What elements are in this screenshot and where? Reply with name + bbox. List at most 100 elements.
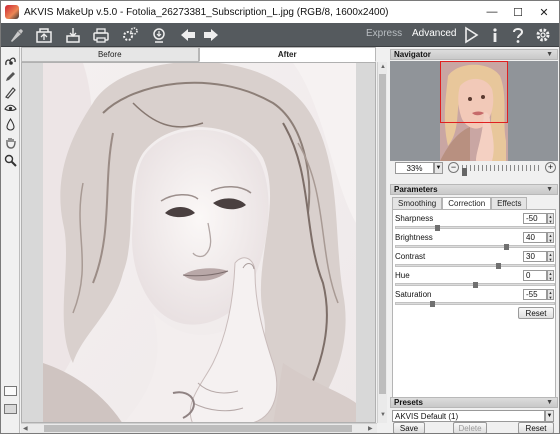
navigator-view-frame[interactable] — [440, 61, 508, 123]
sharpness-slider-thumb[interactable] — [435, 225, 440, 231]
navigator-preview[interactable] — [390, 61, 558, 161]
contrast-field[interactable]: 30 — [523, 251, 547, 262]
preset-save-button[interactable]: Save — [393, 422, 425, 433]
zoom-controls: 33% ▼ − + — [390, 161, 558, 176]
parameters-reset-button[interactable]: Reset — [518, 307, 554, 319]
hue-spinner[interactable]: ▲ ▼ — [547, 270, 554, 281]
sharpness-label: Sharpness — [395, 214, 434, 223]
contrast-label: Contrast — [395, 252, 426, 261]
contrast-spinner[interactable]: ▲ ▼ — [547, 251, 554, 262]
contrast-slider[interactable] — [395, 263, 555, 269]
brightness-label: Brightness — [395, 233, 433, 242]
sharpness-row: Sharpness -50 ▲ ▼ — [395, 213, 555, 232]
contrast-row: Contrast 30 ▲ ▼ — [395, 251, 555, 270]
preset-select[interactable]: AKVIS Default (1) — [392, 410, 545, 422]
hue-slider-thumb[interactable] — [473, 282, 478, 288]
preferences-icon[interactable] — [533, 25, 553, 45]
close-button[interactable]: ✕ — [531, 1, 557, 23]
horizontal-scrollbar[interactable]: ◀ ▶ — [21, 423, 377, 433]
zoom-in-button[interactable]: + — [545, 162, 556, 173]
parameters-title: Parameters — [394, 185, 438, 194]
tab-after[interactable]: After — [198, 47, 376, 62]
compare-toggle-button[interactable] — [4, 404, 17, 414]
contrast-slider-thumb[interactable] — [496, 263, 501, 269]
zoom-value-field[interactable]: 33% — [395, 162, 434, 174]
brightness-spinner[interactable]: ▲ ▼ — [547, 232, 554, 243]
portrait-photo — [43, 63, 356, 422]
horizontal-scroll-thumb[interactable] — [44, 425, 352, 432]
saturation-slider[interactable] — [395, 301, 555, 307]
save-icon[interactable] — [63, 25, 83, 45]
view-tabs: Before After — [21, 47, 376, 62]
eye-icon[interactable] — [3, 101, 18, 116]
brightness-field[interactable]: 40 — [523, 232, 547, 243]
help-icon[interactable] — [508, 25, 528, 45]
info-icon[interactable] — [485, 25, 505, 45]
brightness-slider-thumb[interactable] — [504, 244, 509, 250]
preset-reset-button[interactable]: Reset — [518, 422, 554, 433]
collapse-icon[interactable]: ▼ — [546, 51, 553, 58]
zoom-slider[interactable] — [462, 165, 542, 176]
saturation-field[interactable]: -55 — [523, 289, 547, 300]
express-mode-button[interactable]: Express — [366, 28, 402, 39]
app-logo-icon — [5, 5, 19, 19]
publish-icon[interactable] — [149, 25, 169, 45]
brightness-slider[interactable] — [395, 244, 555, 250]
sharpness-spinner[interactable]: ▲ ▼ — [547, 213, 554, 224]
main-toolbar: Express Advanced — [1, 23, 559, 47]
advanced-mode-button[interactable]: Advanced — [412, 28, 456, 39]
print-icon[interactable] — [91, 25, 111, 45]
preset-delete-button[interactable]: Delete — [453, 422, 487, 433]
presets-header: Presets ▼ — [390, 397, 558, 408]
title-bar: AKVIS MakeUp v.5.0 - Fotolia_26273381_Su… — [1, 1, 559, 23]
logo-brush-icon — [7, 25, 27, 45]
scroll-down-icon[interactable]: ▼ — [380, 412, 386, 418]
open-icon[interactable] — [34, 25, 54, 45]
zoom-slider-thumb[interactable] — [462, 168, 467, 176]
navigator-title: Navigator — [394, 50, 431, 59]
saturation-spinner[interactable]: ▲ ▼ — [547, 289, 554, 300]
drop-icon[interactable] — [3, 117, 18, 132]
presets-title: Presets — [394, 398, 423, 407]
batch-icon[interactable] — [120, 25, 140, 45]
retouch-brush-icon[interactable] — [3, 53, 18, 68]
brightness-row: Brightness 40 ▲ ▼ — [395, 232, 555, 251]
parameters-header: Parameters ▼ — [390, 184, 558, 195]
sharpness-slider[interactable] — [395, 225, 555, 231]
saturation-slider-thumb[interactable] — [430, 301, 435, 307]
run-icon[interactable] — [461, 25, 481, 45]
scroll-left-icon[interactable]: ◀ — [23, 425, 28, 432]
hue-row: Hue 0 ▲ ▼ — [395, 270, 555, 289]
toggle-view-button[interactable] — [4, 386, 17, 396]
minimize-button[interactable]: — — [479, 1, 505, 23]
vertical-scrollbar[interactable]: ▲ ▼ — [377, 62, 387, 423]
tab-before[interactable]: Before — [21, 47, 199, 62]
window-title: AKVIS MakeUp v.5.0 - Fotolia_26273381_Su… — [24, 6, 389, 18]
pencil-icon[interactable] — [3, 69, 18, 84]
vertical-scroll-thumb[interactable] — [379, 74, 386, 394]
app-window: AKVIS MakeUp v.5.0 - Fotolia_26273381_Su… — [0, 0, 560, 434]
navigator-header: Navigator ▼ — [390, 49, 558, 60]
preset-dropdown-icon[interactable]: ▼ — [545, 410, 554, 422]
hue-field[interactable]: 0 — [523, 270, 547, 281]
hand-icon[interactable] — [3, 135, 18, 150]
saturation-label: Saturation — [395, 290, 432, 299]
scroll-right-icon[interactable]: ▶ — [368, 425, 373, 432]
scroll-up-icon[interactable]: ▲ — [380, 64, 386, 70]
sharpness-field[interactable]: -50 — [523, 213, 547, 224]
maximize-button[interactable]: ☐ — [505, 1, 531, 23]
zoom-icon[interactable] — [3, 153, 18, 168]
image-canvas[interactable] — [21, 62, 376, 423]
parameters-panel: Parameters ▼ Smoothing Correction Effect… — [390, 184, 558, 402]
navigator-thumbnail — [440, 61, 508, 161]
collapse-icon[interactable]: ▼ — [546, 399, 553, 406]
zoom-dropdown-icon[interactable]: ▼ — [434, 162, 443, 174]
tool-strip — [1, 47, 20, 433]
eraser-icon[interactable] — [3, 85, 18, 100]
back-arrow-icon[interactable] — [178, 25, 198, 45]
hue-slider[interactable] — [395, 282, 555, 288]
zoom-out-button[interactable]: − — [448, 162, 459, 173]
hue-label: Hue — [395, 271, 410, 280]
forward-arrow-icon[interactable] — [201, 25, 221, 45]
collapse-icon[interactable]: ▼ — [546, 186, 553, 193]
